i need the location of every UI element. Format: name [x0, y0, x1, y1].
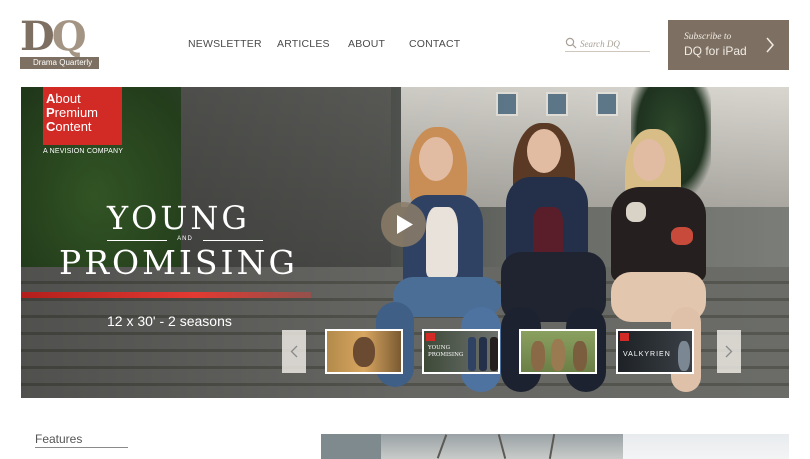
title-underline: [21, 292, 311, 298]
chevron-right-icon: [766, 37, 774, 53]
feature-image-2[interactable]: [623, 434, 789, 459]
logo-name: Drama Quarterly: [20, 57, 99, 69]
nav-item-about[interactable]: ABOUT: [348, 38, 385, 50]
nav-item-newsletter[interactable]: NEWSLETTER: [188, 38, 262, 50]
show-title-and: AND: [177, 236, 193, 242]
search-box[interactable]: [565, 36, 650, 52]
chevron-left-icon: [290, 345, 298, 358]
subscribe-line2: DQ for iPad: [684, 44, 747, 58]
carousel-prev-button[interactable]: [282, 330, 306, 373]
episode-info: 12 x 30' - 2 seasons: [107, 313, 232, 329]
play-button[interactable]: [381, 202, 426, 247]
search-icon[interactable]: [565, 37, 577, 49]
logo-mark: DQ: [20, 13, 87, 60]
apc-tagline: A NEVISION COMPANY: [43, 148, 124, 155]
chevron-right-icon: [725, 345, 733, 358]
search-input[interactable]: [580, 36, 650, 51]
play-icon: [397, 215, 413, 234]
carousel-thumb-4-text: VALKYRIEN: [623, 351, 671, 358]
carousel-thumb-1[interactable]: [325, 329, 403, 374]
dq-logo[interactable]: DQ Drama Quarterly: [20, 13, 99, 69]
nav-item-articles[interactable]: ARTICLES: [277, 38, 330, 50]
show-title-young: YOUNG: [107, 199, 250, 237]
features-heading: Features: [35, 432, 128, 448]
carousel-thumb-2-text: YOUNG PROMISING: [428, 345, 464, 358]
nav-item-contact[interactable]: CONTACT: [409, 38, 460, 50]
hero-banner[interactable]: About Premium Content A NEVISION COMPANY…: [21, 87, 789, 398]
subscribe-line1: Subscribe to: [684, 32, 732, 42]
feature-image-1[interactable]: [321, 434, 623, 459]
show-title-promising: PROMISING: [59, 243, 298, 282]
carousel-thumb-3[interactable]: [519, 329, 597, 374]
subscribe-ipad-button[interactable]: Subscribe to DQ for iPad: [668, 20, 789, 70]
carousel-next-button[interactable]: [717, 330, 741, 373]
apc-logo: About Premium Content: [43, 87, 122, 145]
carousel-thumb-2[interactable]: YOUNG PROMISING: [422, 329, 500, 374]
carousel-thumb-4[interactable]: VALKYRIEN: [616, 329, 694, 374]
